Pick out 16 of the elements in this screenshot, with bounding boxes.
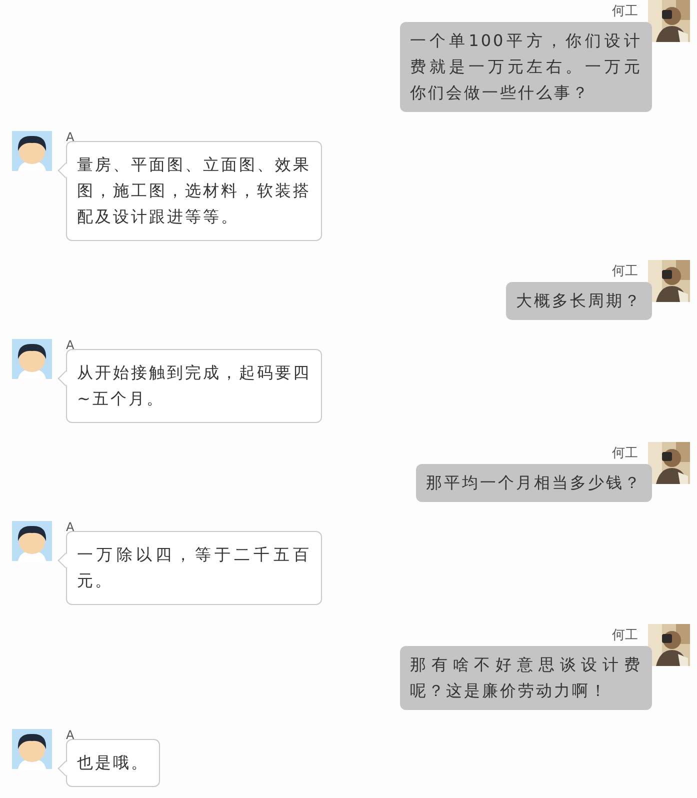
message-bubble: 那平均一个月相当多少钱？: [416, 464, 652, 502]
avatar-icon: [12, 131, 52, 171]
sender-name: 何工: [612, 446, 638, 462]
sender-name: 何工: [612, 264, 638, 280]
avatar-icon: [12, 729, 52, 769]
avatar-icon: [12, 339, 52, 379]
message-bubble: 一万除以四，等于二千五百元。: [66, 531, 322, 605]
message-bubble: 从开始接触到完成，起码要四~五个月。: [66, 349, 322, 423]
message-bubble: 量房、平面图、立面图、效果图，施工图，选材料，软装搭配及设计跟进等等。: [66, 141, 322, 241]
sender-name: 何工: [612, 628, 638, 644]
avatar-icon: [12, 521, 52, 561]
message-bubble: 也是哦。: [66, 739, 160, 787]
message-bubble: 大概多长周期？: [506, 282, 652, 320]
sender-name: 何工: [612, 4, 638, 20]
message-bubble: 那有啥不好意思谈设计费呢？这是廉价劳动力啊！: [400, 646, 652, 710]
message-bubble: 一个单100平方，你们设计费就是一万元左右。一万元你们会做一些什么事？: [400, 22, 652, 112]
